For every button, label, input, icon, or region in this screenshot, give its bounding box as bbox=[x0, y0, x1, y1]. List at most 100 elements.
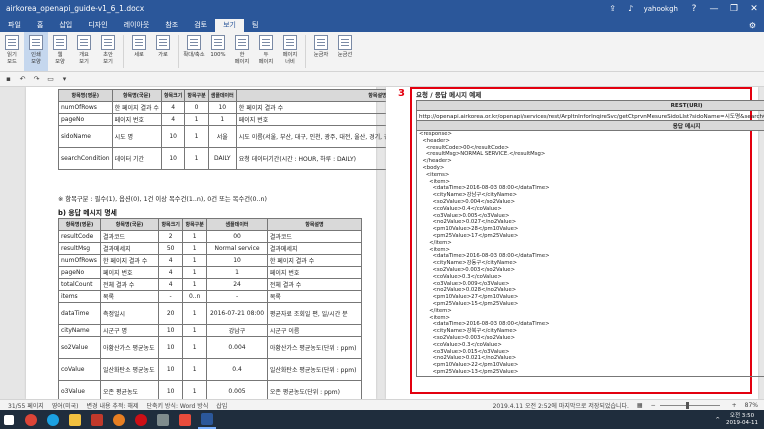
tab-7[interactable]: 보기 bbox=[215, 19, 244, 32]
xml-line: <body> bbox=[419, 164, 445, 171]
ribbon-button-11[interactable]: 페이지 너비 bbox=[278, 32, 302, 71]
tab-2[interactable]: 삽입 bbox=[51, 19, 80, 32]
column-header: 샘플데이터 bbox=[206, 218, 268, 231]
table-cell: Normal service bbox=[206, 242, 268, 255]
close-button[interactable]: ✕ bbox=[744, 0, 764, 17]
ribbon-button-5[interactable]: 세로 bbox=[127, 32, 151, 71]
chrome-icon[interactable] bbox=[22, 410, 40, 429]
table-cell: 결과메세지 bbox=[99, 242, 160, 255]
ribbon-button-1[interactable]: 인쇄 모양 bbox=[24, 32, 48, 71]
save-icon[interactable]: ▪ bbox=[3, 74, 14, 85]
media-icon[interactable] bbox=[176, 410, 194, 429]
print-icon[interactable]: ▭ bbox=[45, 74, 56, 85]
status-right: 2019.4.11 오전 2:52에 마지막으로 저장되었습니다. ▦ − + … bbox=[485, 401, 764, 410]
ribbon-button-10[interactable]: 두 페이지 bbox=[254, 32, 278, 71]
table-cell: 결과코드 bbox=[99, 230, 160, 243]
zoom-knob[interactable] bbox=[685, 401, 689, 409]
zoom-minus-icon[interactable]: − bbox=[651, 402, 656, 409]
tab-1[interactable]: 홈 bbox=[29, 19, 51, 32]
table-cell: 결과메세지 bbox=[266, 242, 363, 255]
table-cell: - bbox=[158, 290, 184, 303]
minimize-button[interactable]: — bbox=[704, 0, 724, 17]
ribbon-button-13[interactable]: 눈금선 bbox=[333, 32, 357, 71]
tab-6[interactable]: 검토 bbox=[186, 19, 215, 32]
table-cell: searchCondition bbox=[58, 147, 113, 170]
table-cell: 측정일시 bbox=[99, 302, 160, 325]
ribbon-label: 눈금자 bbox=[313, 52, 329, 58]
tray-up-icon[interactable]: ^ bbox=[715, 417, 720, 423]
title-bar-controls: ⇪ ♪ yahookgh ? — ❐ ✕ bbox=[604, 0, 764, 17]
sync-icon[interactable] bbox=[110, 410, 128, 429]
table-cell: 10 bbox=[160, 147, 186, 170]
table-cell: 4 bbox=[158, 254, 184, 267]
ribbon-button-0[interactable]: 읽기 모드 bbox=[0, 32, 24, 71]
table-row: resultMsg 결과메세지 50 1 Normal service 결과메세지 bbox=[58, 242, 363, 255]
table-cell: DAILY bbox=[207, 147, 237, 170]
ribbon-button-12[interactable]: 눈금자 bbox=[309, 32, 333, 71]
word-icon[interactable] bbox=[198, 410, 216, 429]
response-table: 항목명(영문) 항목명(국문) 항목크기 항목구분 샘플데이터 항목설명 resultCod… bbox=[58, 218, 363, 399]
zoom-slider[interactable] bbox=[659, 401, 720, 409]
user-name[interactable]: yahookgh bbox=[644, 5, 678, 13]
redo-icon[interactable]: ↷ bbox=[31, 74, 42, 85]
table-cell: 1 bbox=[206, 266, 268, 279]
ribbon-button-8[interactable]: 100% bbox=[206, 32, 230, 71]
clock-date: 2019-04-11 bbox=[726, 419, 758, 426]
ribbon-button-3[interactable]: 개요 보기 bbox=[72, 32, 96, 71]
left-page[interactable]: 항목명(영문) 항목명(국문) 항목크기 항목구분 샘플데이터 항목설명 numOfRows… bbox=[26, 87, 520, 399]
ribbon-button-9[interactable]: 한 페이지 bbox=[230, 32, 254, 71]
ie-icon[interactable] bbox=[44, 410, 62, 429]
ribbon-separator bbox=[178, 35, 179, 68]
zoom-plus-icon[interactable]: + bbox=[732, 402, 737, 409]
word-window: airkorea_openapi_guide-v1_6_1.docx ⇪ ♪ y… bbox=[0, 0, 764, 429]
help-button[interactable]: ? bbox=[684, 0, 704, 17]
table-cell: 1 bbox=[182, 336, 208, 359]
track-changes[interactable]: 변경 내용 추적: 해제 bbox=[87, 401, 139, 410]
table-cell: 4 bbox=[158, 266, 184, 279]
tool-icon[interactable] bbox=[154, 410, 172, 429]
clock[interactable]: 오전 3:50 2019-04-11 bbox=[726, 413, 758, 426]
ribbon-label: 두 페이지 bbox=[258, 52, 274, 65]
view-icon[interactable]: ▦ bbox=[637, 402, 643, 409]
ribbon-button-4[interactable]: 초안 보기 bbox=[96, 32, 120, 71]
ribbon-icon bbox=[314, 35, 328, 50]
xml-line: </item> bbox=[419, 307, 452, 314]
ribbon-icon bbox=[259, 35, 273, 50]
ribbon-button-7[interactable]: 확대/축소 bbox=[182, 32, 206, 71]
opera-icon[interactable] bbox=[132, 410, 150, 429]
restore-button[interactable]: ❐ bbox=[724, 0, 744, 17]
tab-0[interactable]: 파일 bbox=[0, 19, 29, 32]
language[interactable]: 영어(미국) bbox=[52, 401, 79, 410]
xml-line: </item> bbox=[419, 239, 452, 246]
ribbon-icon bbox=[29, 35, 43, 50]
zoom-level[interactable]: 87% bbox=[745, 402, 758, 409]
document-area[interactable]: 항목명(영문) 항목명(국문) 항목크기 항목구분 샘플데이터 항목설명 numOfRows… bbox=[0, 87, 764, 399]
share-icon[interactable]: ⇪ bbox=[607, 3, 619, 15]
ribbon-label: 초안 보기 bbox=[103, 52, 113, 65]
tab-3[interactable]: 디자인 bbox=[80, 19, 115, 32]
tab-4[interactable]: 레이아웃 bbox=[116, 19, 158, 32]
ribbon-button-2[interactable]: 웹 모양 bbox=[48, 32, 72, 71]
tab-8[interactable]: 팀 bbox=[244, 19, 266, 32]
shortcut-mode[interactable]: 단축키 방식: Word 방식 bbox=[146, 401, 208, 410]
column-header: 항목명(국문) bbox=[111, 89, 162, 102]
table-cell: - bbox=[206, 290, 268, 303]
undo-icon[interactable]: ↶ bbox=[17, 74, 28, 85]
ribbon-button-6[interactable]: 가로 bbox=[151, 32, 175, 71]
status-bar: 31/55 페이지 영어(미국) 변경 내용 추적: 해제 단축키 방식: Wo… bbox=[0, 399, 764, 410]
start-icon[interactable] bbox=[0, 410, 18, 429]
right-page[interactable]: 3 요청 / 응답 메시지 예제 REST(URI) http://openap… bbox=[386, 87, 764, 399]
table-cell: 한 페이지 결과 수 bbox=[266, 254, 363, 267]
page-counter[interactable]: 31/55 페이지 bbox=[8, 401, 44, 410]
xml-line: <cityName>강동구</cityName> bbox=[419, 260, 518, 267]
note-text: ※ 항목구분 : 필수(1), 옵션(0), 1건 이상 복수건(1..n), … bbox=[58, 196, 267, 203]
customize-icon[interactable]: ▾ bbox=[59, 74, 70, 85]
table-cell: 10 bbox=[158, 358, 184, 381]
insert-mode[interactable]: 삽입 bbox=[216, 401, 227, 410]
tab-5[interactable]: 참조 bbox=[157, 19, 186, 32]
gear-icon[interactable]: ⚙ bbox=[741, 19, 764, 32]
notification-icon[interactable]: ♪ bbox=[625, 3, 637, 15]
app-icon[interactable] bbox=[88, 410, 106, 429]
table-cell: 4 bbox=[160, 101, 186, 114]
explorer-icon[interactable] bbox=[66, 410, 84, 429]
